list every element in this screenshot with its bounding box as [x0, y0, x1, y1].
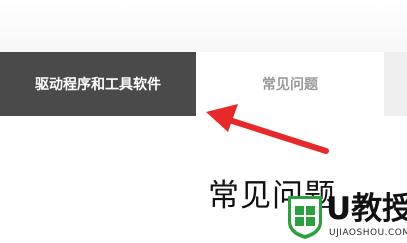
watermark-brand-text: U教授 [326, 191, 407, 227]
page: 驱动程序和工具软件 常见问题 常见问题 U教授 UJIAOSHOU.COM [0, 0, 407, 243]
windows-shield-icon [288, 196, 322, 239]
watermark-site-text: UJIAOSHOU.COM [329, 228, 407, 238]
watermark-logo: U教授 UJIAOSHOU.COM [286, 190, 407, 243]
